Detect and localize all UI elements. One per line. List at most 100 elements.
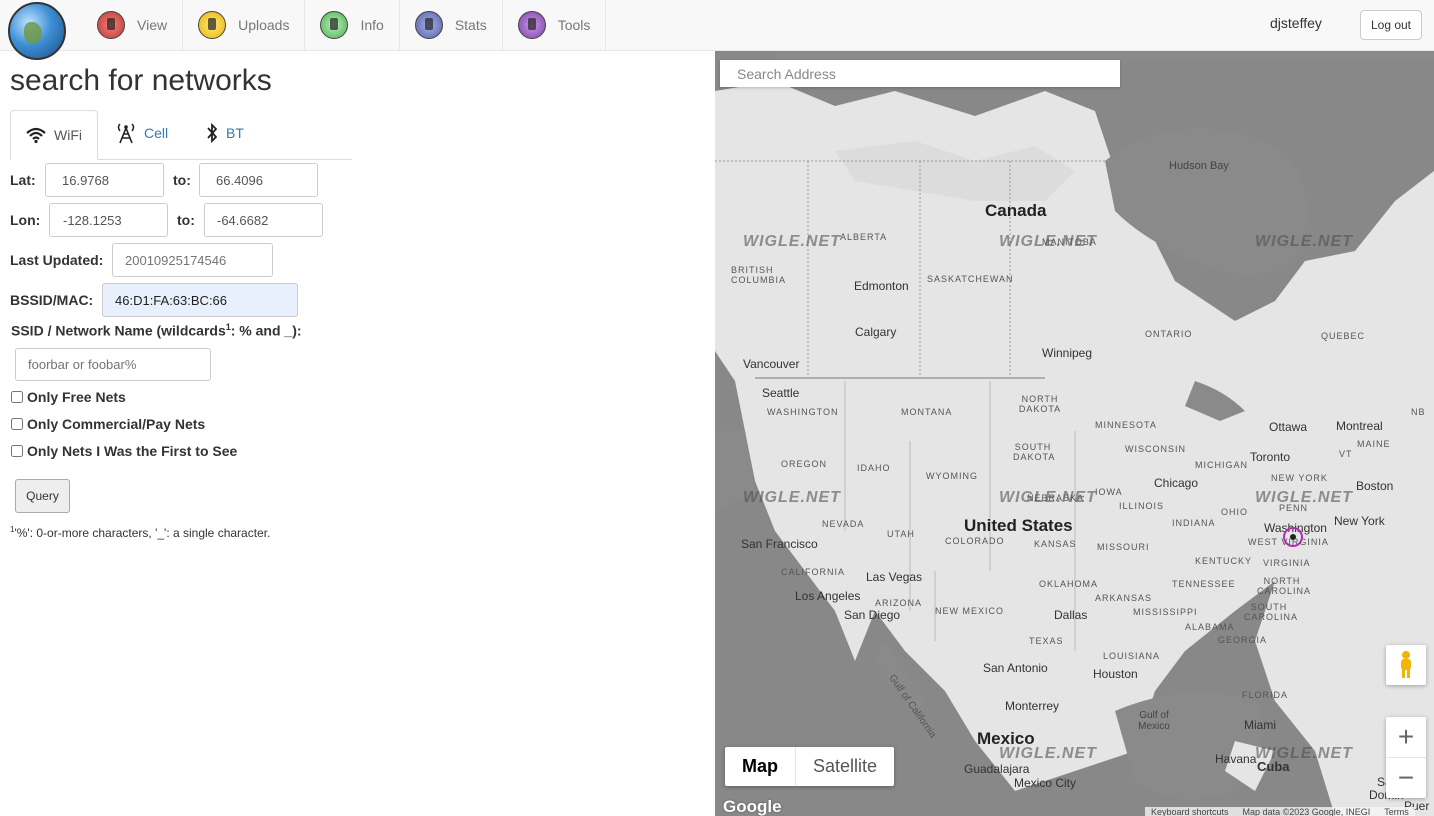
city-label: Dallas [1054, 608, 1088, 622]
map-data-credit: Map data ©2023 Google, INEGI [1242, 807, 1371, 816]
keyboard-shortcuts-link[interactable]: Keyboard shortcuts [1151, 807, 1229, 816]
city-label: Las Vegas [866, 570, 923, 584]
nav-item-view[interactable]: View [82, 0, 184, 50]
bssid-input[interactable] [102, 283, 298, 317]
city-label: Mexico City [1014, 776, 1077, 790]
query-button[interactable]: Query [15, 479, 70, 513]
zoom-out-button[interactable]: − [1386, 758, 1426, 798]
city-label: Calgary [855, 325, 897, 339]
google-logo: Google [723, 797, 782, 816]
stats-icon [414, 11, 443, 39]
zoom-in-button[interactable]: + [1386, 717, 1426, 758]
region-label: MANITOBA [1042, 237, 1097, 247]
region-label: UTAH [887, 529, 915, 539]
footnote-text: '%': 0-or-more characters, '_': a single… [14, 526, 271, 540]
region-label: NEVADA [822, 519, 865, 529]
wigle-logo-icon[interactable] [8, 2, 66, 60]
region-label: OKLAHOMA [1039, 579, 1099, 589]
bluetooth-icon [206, 123, 218, 143]
region-label: MINNESOTA [1095, 420, 1157, 430]
region-label: NEBRASKA [1027, 493, 1085, 503]
marker-dot [1290, 534, 1296, 540]
region-label: KENTUCKY [1195, 556, 1253, 566]
ssid-input[interactable] [15, 348, 211, 381]
map-attribution: Keyboard shortcuts Map data ©2023 Google… [1145, 807, 1415, 816]
region-label: ARKANSAS [1095, 593, 1153, 603]
map-type-satellite-button[interactable]: Satellite [796, 747, 894, 786]
region-label: GEORGIA [1218, 635, 1268, 645]
nav-item-uploads[interactable]: Uploads [183, 0, 306, 50]
lat-to-input[interactable] [199, 163, 318, 197]
region-label: MAINE [1357, 439, 1391, 449]
region-label: COLORADO [945, 536, 1005, 546]
checkbox[interactable] [11, 418, 23, 430]
last-updated-input[interactable] [112, 243, 273, 277]
city-label: Monterrey [1005, 699, 1060, 713]
city-label: Havana [1215, 752, 1257, 766]
username[interactable]: djsteffey [1270, 15, 1322, 31]
checkbox[interactable] [11, 391, 23, 403]
tools-icon [517, 11, 546, 39]
main-nav: View Uploads Info Stats Tools [82, 0, 607, 50]
city-label: Seattle [762, 386, 800, 400]
search-address-input[interactable]: Search Address [720, 60, 1120, 87]
tab-bt[interactable]: BT [206, 110, 244, 156]
region-label: NEW YORK [1271, 473, 1328, 483]
only-free-nets-checkbox[interactable]: Only Free Nets [10, 389, 126, 405]
only-first-seen-checkbox[interactable]: Only Nets I Was the First to See [10, 443, 237, 459]
logout-button[interactable]: Log out [1360, 10, 1422, 40]
region-label: OHIO [1221, 507, 1249, 517]
ssid-label-text: SSID / Network Name (wildcards [11, 322, 226, 339]
region-label: BRITISH COLUMBIA [731, 265, 787, 285]
region-label: NEW MEXICO [935, 606, 1005, 616]
city-label: Houston [1093, 667, 1138, 681]
lat-from-input[interactable] [45, 163, 164, 197]
map-type-map-button[interactable]: Map [725, 747, 796, 786]
tab-label: BT [226, 125, 244, 141]
checkbox-label: Only Commercial/Pay Nets [27, 416, 206, 432]
city-label: Guadalajara [964, 762, 1030, 776]
tab-cell[interactable]: Cell [116, 110, 168, 156]
region-label: ILLINOIS [1119, 501, 1165, 511]
info-icon [320, 11, 349, 39]
city-label: San Antonio [983, 661, 1048, 675]
checkbox-label: Only Free Nets [27, 389, 126, 405]
nav-item-tools[interactable]: Tools [503, 0, 607, 50]
region-label: IDAHO [857, 463, 891, 473]
region-label: ALBERTA [840, 232, 888, 242]
lat-label: Lat: [10, 172, 36, 188]
region-label: KANSAS [1034, 539, 1077, 549]
page-title: search for networks [10, 64, 272, 97]
city-label: Boston [1356, 479, 1394, 493]
ssid-label-suffix: : % and _): [230, 322, 302, 339]
region-label: NORTH CAROLINA [1257, 576, 1312, 596]
terms-link[interactable]: Terms [1384, 807, 1409, 816]
water-label: Hudson Bay [1169, 160, 1229, 172]
ssid-label: SSID / Network Name (wildcards1: % and _… [11, 322, 302, 339]
region-label: MICHIGAN [1195, 460, 1248, 470]
top-navbar: View Uploads Info Stats Tools djsteffey … [0, 0, 1434, 60]
region-label: LOUISIANA [1103, 651, 1161, 661]
region-label: FLORIDA [1242, 690, 1289, 700]
lon-to-input[interactable] [204, 203, 323, 237]
watermark: WIGLE.NET [1255, 233, 1353, 250]
region-label: WISCONSIN [1125, 444, 1187, 454]
nav-item-stats[interactable]: Stats [400, 0, 503, 50]
lon-from-input[interactable] [49, 203, 168, 237]
region-label: TEXAS [1029, 636, 1064, 646]
region-label: QUEBEC [1321, 331, 1366, 341]
checkbox[interactable] [11, 445, 23, 457]
map-view[interactable]: Search Address WIGLE.NET WIGLE.NET WIGLE… [715, 51, 1434, 816]
nav-item-label: View [137, 17, 168, 33]
only-commercial-nets-checkbox[interactable]: Only Commercial/Pay Nets [10, 416, 205, 432]
region-label: TENNESSEE [1172, 579, 1236, 589]
street-view-pegman-icon[interactable] [1386, 645, 1426, 685]
network-location-marker[interactable] [1283, 527, 1303, 547]
wifi-icon [26, 127, 46, 143]
city-label: Los Angeles [795, 589, 861, 603]
wildcard-footnote: 1'%': 0-or-more characters, '_': a singl… [10, 525, 270, 540]
nav-item-info[interactable]: Info [305, 0, 400, 50]
tab-wifi[interactable]: WiFi [10, 110, 98, 160]
region-label: MISSISSIPPI [1133, 607, 1198, 617]
region-label: MONTANA [901, 407, 953, 417]
